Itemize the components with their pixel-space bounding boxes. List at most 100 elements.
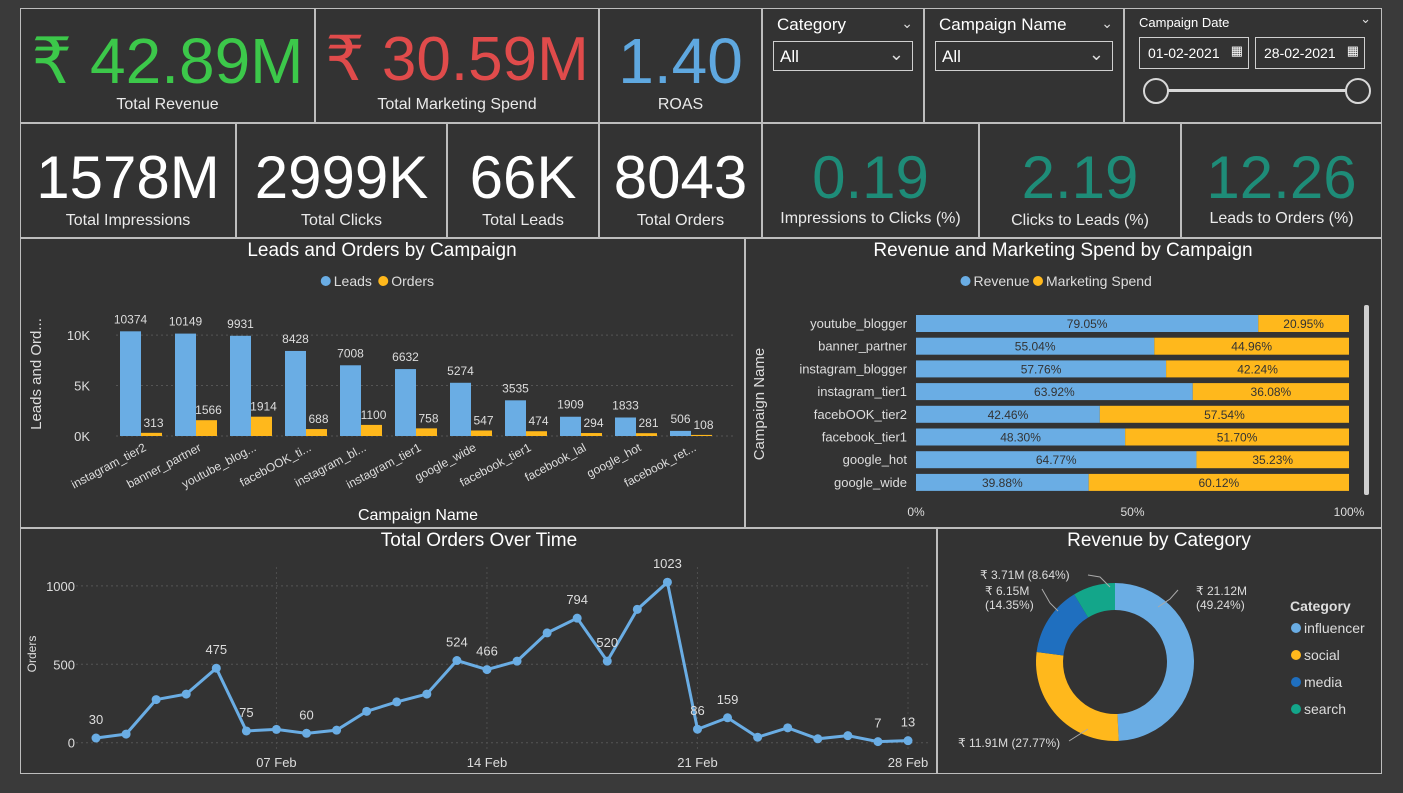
dashboard: ₹ 42.89M Total Revenue ₹ 30.59M Total Ma…	[20, 8, 1382, 774]
legend-label: Leads	[334, 273, 372, 289]
data-label: 466	[476, 644, 498, 659]
legend-label: media	[1304, 674, 1342, 690]
kpi-card-total-impressions[interactable]: 1578M Total Impressions	[20, 123, 236, 238]
kpi-card-total-leads[interactable]: 66K Total Leads	[447, 123, 599, 238]
y-tick-label: 1000	[46, 579, 75, 594]
bar-leads	[120, 331, 141, 436]
bar-leads	[340, 365, 361, 436]
data-label-leads: 5274	[447, 364, 474, 378]
data-label-orders: 281	[638, 416, 658, 430]
data-label: 13	[901, 715, 915, 730]
date-range-end-handle[interactable]	[1345, 78, 1371, 104]
data-label-marketing-spend: 57.54%	[1204, 408, 1245, 422]
end-date-input[interactable]: 28-02-2021 ▦	[1255, 37, 1365, 69]
chevron-down-icon[interactable]: ⌄	[1360, 11, 1371, 27]
data-label-revenue: 55.04%	[1015, 340, 1056, 354]
x-axis-label: Campaign Name	[358, 507, 478, 524]
data-point	[181, 689, 191, 699]
dropdown-value: All	[780, 47, 799, 66]
chevron-down-icon[interactable]: ⌄	[1101, 15, 1113, 32]
chevron-down-icon: ⌄	[888, 44, 904, 64]
data-point	[151, 695, 161, 705]
revenue-spend-chart-card[interactable]: Revenue and Marketing Spend by Campaign R…	[745, 238, 1382, 528]
data-point	[241, 726, 251, 736]
data-point	[271, 724, 281, 734]
kpi-card-leads-to-orders[interactable]: 12.26 Leads to Orders (%)	[1181, 123, 1382, 238]
bar-orders	[471, 430, 492, 436]
data-point	[602, 656, 612, 666]
legend-label: Marketing Spend	[1046, 273, 1152, 289]
data-label: 86	[690, 703, 704, 718]
legend-label: social	[1304, 647, 1340, 663]
data-point	[332, 725, 342, 735]
y-tick-label: google_wide	[834, 475, 907, 490]
kpi-card-clicks-to-leads[interactable]: 2.19 Clicks to Leads (%)	[979, 123, 1181, 238]
data-label-orders: 758	[418, 411, 438, 425]
x-tick-label: facebook_lal	[522, 440, 588, 484]
revenue-by-category-chart-card[interactable]: Revenue by Category ₹ 21.12M (49.24%) ₹ 11.…	[937, 528, 1382, 774]
data-label-orders: 294	[583, 416, 603, 430]
data-label: (49.24%)	[1196, 598, 1245, 612]
kpi-value: 2999K	[254, 144, 429, 211]
data-label: 524	[446, 635, 468, 650]
data-point	[302, 728, 312, 738]
data-label-orders: 313	[143, 416, 163, 430]
data-label-revenue: 63.92%	[1034, 385, 1075, 399]
kpi-card-roas[interactable]: 1.40 ROAS	[599, 8, 762, 123]
y-tick-label: 0	[68, 736, 75, 751]
calendar-icon[interactable]: ▦	[1347, 43, 1359, 59]
data-point	[723, 713, 733, 723]
data-label-orders: 1914	[250, 400, 277, 414]
leader-line	[1041, 588, 1059, 612]
data-label-revenue: 42.46%	[988, 408, 1029, 422]
data-label: (14.35%)	[985, 598, 1034, 612]
data-point	[452, 656, 462, 666]
data-label-orders: 474	[528, 414, 548, 428]
data-label: 7	[874, 716, 881, 731]
x-tick-label: 28 Feb	[888, 755, 928, 770]
data-point	[572, 613, 582, 623]
data-point	[91, 733, 101, 743]
y-tick-label: youtube_blogger	[810, 316, 908, 331]
data-label: 520	[596, 635, 618, 650]
kpi-value: 0.19	[812, 144, 929, 211]
bar-orders	[636, 433, 657, 436]
kpi-value: 8043	[613, 144, 748, 211]
start-date-input[interactable]: 01-02-2021 ▦	[1139, 37, 1249, 69]
kpi-value: 66K	[469, 144, 577, 211]
legend-marker	[1291, 677, 1301, 687]
chart-title: Revenue and Marketing Spend by Campaign	[873, 240, 1252, 261]
kpi-card-total-clicks[interactable]: 2999K Total Clicks	[236, 123, 447, 238]
kpi-label: Total Marketing Spend	[377, 96, 537, 113]
slicer-title: Campaign Date	[1139, 15, 1230, 30]
orders-line	[95, 579, 909, 744]
kpi-card-total-orders[interactable]: 8043 Total Orders	[599, 123, 762, 238]
data-point	[753, 732, 763, 742]
data-label: 794	[566, 592, 588, 607]
leads-orders-chart-card[interactable]: Leads and Orders by Campaign Leads Orders 0…	[20, 238, 745, 528]
campaign-dropdown[interactable]: All ⌄	[935, 41, 1113, 71]
kpi-card-impressions-to-clicks[interactable]: 0.19 Impressions to Clicks (%)	[762, 123, 979, 238]
data-point	[783, 723, 793, 733]
kpi-card-total-revenue[interactable]: ₹ 42.89M Total Revenue	[20, 8, 315, 123]
data-label: ₹ 11.91M (27.77%)	[958, 736, 1060, 750]
bar-orders	[361, 424, 382, 436]
data-label: ₹ 21.12M	[1196, 584, 1247, 598]
date-range-track[interactable]	[1155, 89, 1359, 92]
kpi-card-total-marketing-spend[interactable]: ₹ 30.59M Total Marketing Spend	[315, 8, 599, 123]
calendar-icon[interactable]: ▦	[1231, 43, 1243, 59]
y-tick-label: instagram_blogger	[799, 361, 907, 376]
bar-leads	[505, 400, 526, 436]
data-label: 475	[205, 642, 227, 657]
category-dropdown[interactable]: All ⌄	[773, 41, 913, 71]
data-point	[692, 724, 702, 734]
data-label-leads: 10374	[114, 312, 148, 326]
orders-over-time-chart-card[interactable]: Total Orders Over Time 0 500 1000 07 Feb 14 F…	[20, 528, 937, 774]
chevron-down-icon[interactable]: ⌄	[901, 15, 913, 32]
data-label-revenue: 57.76%	[1021, 362, 1062, 376]
date-range-start-handle[interactable]	[1143, 78, 1169, 104]
donut-slice	[1036, 652, 1119, 741]
dropdown-value: All	[942, 47, 961, 66]
data-label-marketing-spend: 35.23%	[1252, 453, 1293, 467]
kpi-label: Total Clicks	[301, 212, 382, 229]
